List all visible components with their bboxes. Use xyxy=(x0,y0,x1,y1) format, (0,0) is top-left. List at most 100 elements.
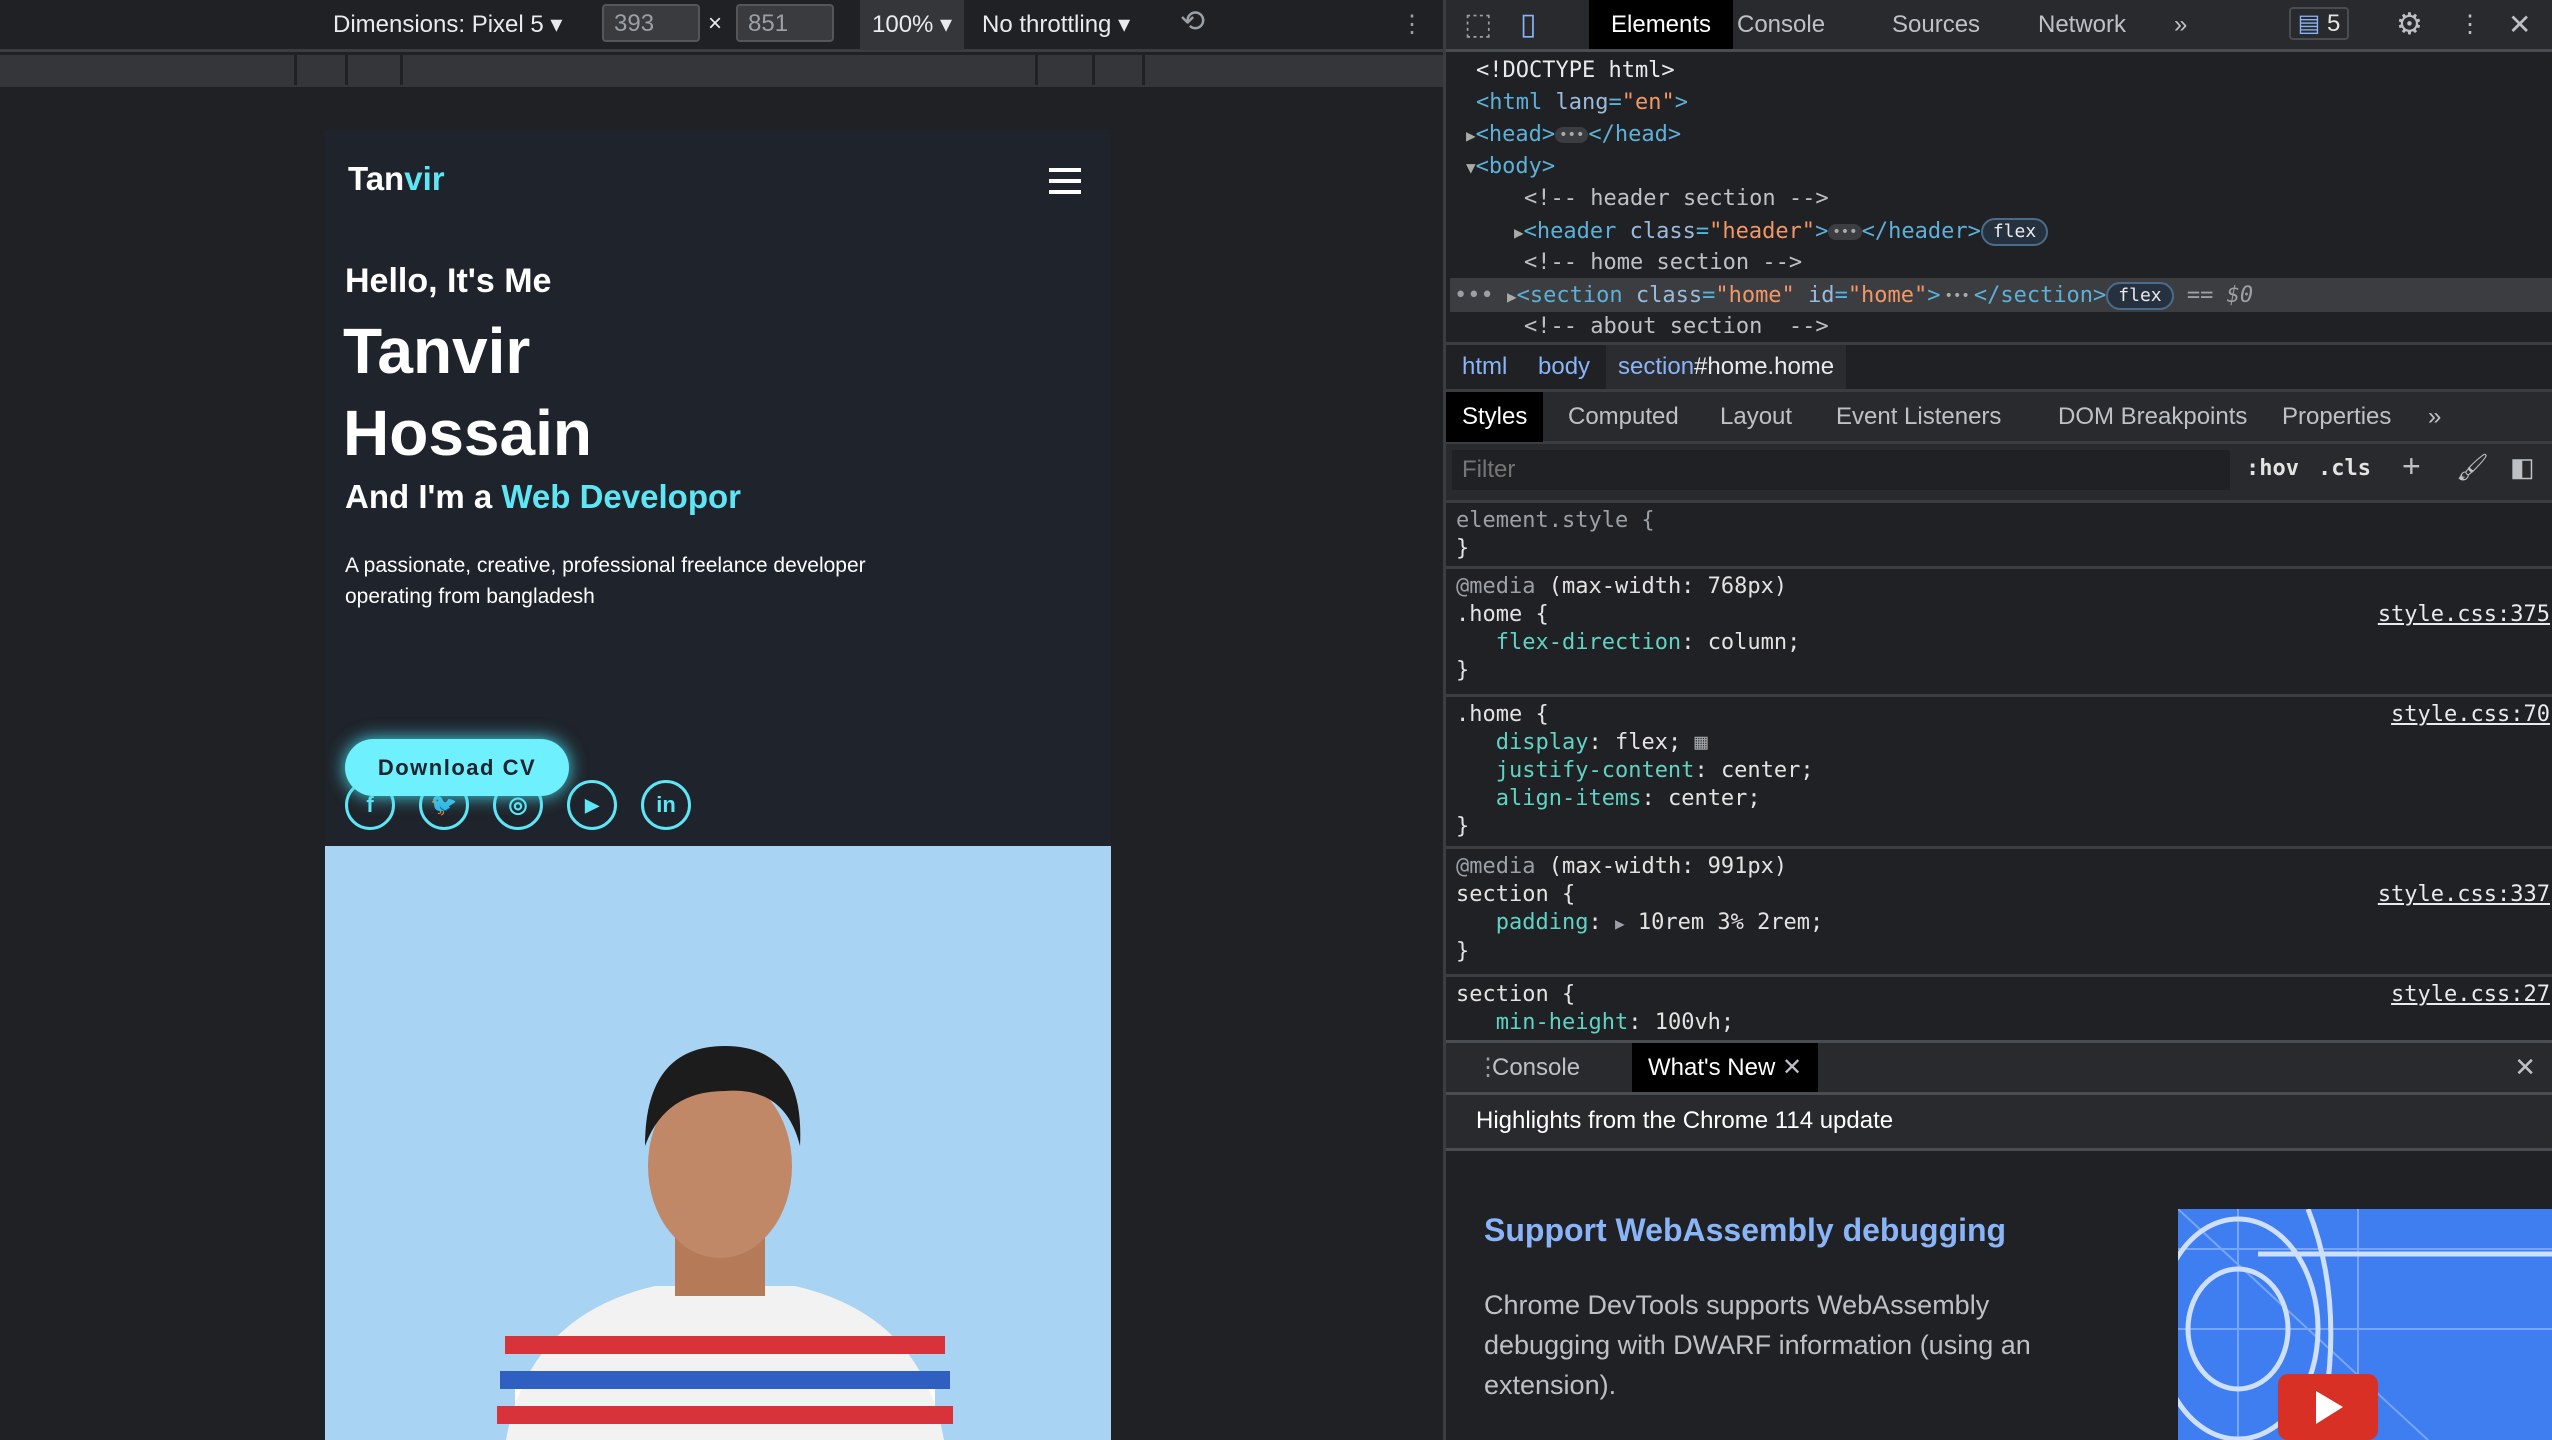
property-value[interactable]: 10rem 3% 2rem; xyxy=(1638,910,1823,935)
more-subtabs-icon[interactable]: » xyxy=(2412,392,2457,442)
property-name[interactable]: padding xyxy=(1496,910,1589,935)
ruler-segment[interactable] xyxy=(294,55,297,85)
feature-heading[interactable]: Support WebAssembly debugging xyxy=(1484,1212,2006,1249)
more-tabs-icon[interactable]: » xyxy=(2152,0,2209,49)
device-dimensions-dropdown[interactable]: Dimensions: Pixel 5 ▾ xyxy=(333,10,562,39)
dom-doctype[interactable]: <!DOCTYPE html> xyxy=(1476,58,1675,83)
filter-bar: :hov .cls + 🖌 ◧ xyxy=(1446,444,2552,500)
hov-toggle[interactable]: :hov xyxy=(2246,456,2299,481)
breadcrumb-body[interactable]: body xyxy=(1538,345,1590,389)
source-link[interactable]: style.css:337 xyxy=(2378,881,2550,909)
subtab-dom-breakpoints[interactable]: DOM Breakpoints xyxy=(2042,392,2263,442)
ruler-segment[interactable] xyxy=(345,55,348,85)
property-value[interactable]: center; xyxy=(1721,758,1814,783)
inspect-element-icon[interactable]: ⬚ xyxy=(1450,0,1506,49)
device-toolbar-icon[interactable]: ▯ xyxy=(1506,0,1551,49)
dom-html[interactable]: <html lang="en"> xyxy=(1476,90,1688,115)
property-value[interactable]: 100vh; xyxy=(1655,1010,1734,1035)
breadcrumb-section[interactable]: section#home.home xyxy=(1606,345,1847,389)
styles-filter-input[interactable] xyxy=(1452,450,2230,490)
rule-selector: .home { xyxy=(1456,602,1549,627)
source-link[interactable]: style.css:375 xyxy=(2378,601,2550,629)
close-tab-icon[interactable]: ✕ xyxy=(1782,1054,1802,1081)
ellipsis-icon[interactable]: ••• xyxy=(1555,127,1589,143)
settings-gear-icon[interactable]: ⚙ xyxy=(2374,0,2445,49)
ruler-segment[interactable] xyxy=(400,55,403,85)
property-name[interactable]: flex-direction xyxy=(1496,630,1681,655)
style-rule[interactable]: .home {style.css:70 display: flex; ▦ jus… xyxy=(1446,694,2552,845)
media-keyword: @media xyxy=(1456,854,1536,879)
role-prefix: And I'm a xyxy=(345,478,493,515)
tab-network[interactable]: Network xyxy=(2016,0,2148,49)
property-name[interactable]: align-items xyxy=(1496,786,1642,811)
subtab-computed[interactable]: Computed xyxy=(1552,392,1695,442)
zoom-dropdown[interactable]: 100% ▾ xyxy=(860,0,965,50)
dom-section-home[interactable]: ••• ▶<section class="home" id="home"> •••… xyxy=(1454,282,2253,310)
close-drawer-icon[interactable]: ✕ xyxy=(2498,1043,2552,1092)
subtab-event-listeners[interactable]: Event Listeners xyxy=(1820,392,2017,442)
subtab-properties[interactable]: Properties xyxy=(2266,392,2407,442)
tab-console[interactable]: Console xyxy=(1657,0,1847,49)
message-icon: ▤ xyxy=(2297,10,2321,37)
tag: <header xyxy=(1523,219,1617,244)
dom-head[interactable]: ▶<head> ••• </head> xyxy=(1466,122,1681,147)
description-line: debugging with DWARF information (using … xyxy=(1484,1330,2031,1360)
youtube-icon[interactable]: ▶ xyxy=(567,780,617,830)
toggle-sidebar-icon[interactable]: ◧ xyxy=(2510,452,2535,483)
hamburger-menu-icon[interactable] xyxy=(1049,168,1081,194)
expand-triangle-icon[interactable]: ▶ xyxy=(1615,914,1625,933)
feature-video-thumbnail[interactable] xyxy=(2178,1209,2552,1440)
subtab-styles[interactable]: Styles xyxy=(1446,392,1544,442)
flex-badge[interactable]: flex xyxy=(2106,282,2174,310)
close-devtools-icon[interactable]: ✕ xyxy=(2486,0,2552,49)
source-link[interactable]: style.css:27 xyxy=(2391,981,2550,1009)
ruler-segment[interactable] xyxy=(1035,55,1038,85)
drawer-tab-whats-new[interactable]: What's New ✕ xyxy=(1632,1043,1819,1092)
ellipsis-icon[interactable]: ••• xyxy=(1828,224,1862,240)
ruler-segment[interactable] xyxy=(1092,55,1095,85)
property-value[interactable]: column; xyxy=(1708,630,1801,655)
style-rule[interactable]: section {style.css:27 min-height: 100vh; xyxy=(1446,974,2552,1040)
flexbox-editor-icon[interactable]: ▦ xyxy=(1694,730,1707,755)
style-rule-element[interactable]: element.style { } xyxy=(1446,500,2552,567)
download-cv-button[interactable]: Download CV xyxy=(345,739,569,796)
dom-body[interactable]: ▼<body> xyxy=(1466,154,1555,179)
ellipsis-icon[interactable]: ••• xyxy=(1940,288,1974,304)
media-keyword: @media xyxy=(1456,574,1536,599)
dom-comment[interactable]: <!-- about section --> xyxy=(1524,314,1829,339)
site-logo[interactable]: Tanvir xyxy=(348,160,445,198)
height-input[interactable]: 851 xyxy=(736,4,834,42)
more-options-icon[interactable]: ⋮ xyxy=(1400,10,1424,39)
flex-badge[interactable]: flex xyxy=(1980,218,2049,246)
tab-sources[interactable]: Sources xyxy=(1870,0,2002,49)
device-toolbar: Dimensions: Pixel 5 ▾ 393 × 851 100% ▾ N… xyxy=(0,0,1443,52)
property-name[interactable]: display xyxy=(1496,730,1589,755)
dom-header[interactable]: ▶<header class="header"> ••• </header> flex xyxy=(1514,218,2049,246)
style-rule[interactable]: @media (max-width: 768px) .home { style.c… xyxy=(1446,566,2552,689)
rotate-icon[interactable]: ⟲ xyxy=(1180,4,1205,39)
cls-toggle[interactable]: .cls xyxy=(2318,456,2371,481)
linkedin-icon[interactable]: in xyxy=(641,780,691,830)
last-name: Hossain xyxy=(343,397,592,469)
intro-paragraph: A passionate, creative, professional fre… xyxy=(345,550,866,612)
paint-brush-icon[interactable]: 🖌 xyxy=(2456,452,2489,483)
profile-photo xyxy=(325,846,1111,1440)
source-link[interactable]: style.css:70 xyxy=(2391,701,2550,729)
property-value[interactable]: flex; xyxy=(1615,730,1681,755)
issues-badge[interactable]: ▤ 5 xyxy=(2289,7,2349,40)
media-query-bar[interactable] xyxy=(0,55,1443,87)
breadcrumb-html[interactable]: html xyxy=(1462,345,1507,389)
property-name[interactable]: justify-content xyxy=(1496,758,1695,783)
property-value[interactable]: center; xyxy=(1668,786,1761,811)
new-style-rule-icon[interactable]: + xyxy=(2402,448,2421,485)
property-name[interactable]: min-height xyxy=(1496,1010,1628,1035)
width-input[interactable]: 393 xyxy=(602,4,700,42)
dom-comment[interactable]: <!-- header section --> xyxy=(1524,186,1829,211)
dom-comment[interactable]: <!-- home section --> xyxy=(1524,250,1802,275)
ruler-segment[interactable] xyxy=(1142,55,1145,85)
subtab-layout[interactable]: Layout xyxy=(1704,392,1808,442)
style-rule[interactable]: @media (max-width: 991px) section {style… xyxy=(1446,846,2552,970)
throttling-dropdown[interactable]: No throttling ▾ xyxy=(982,10,1130,39)
drawer-tab-console[interactable]: Console xyxy=(1474,1043,1598,1092)
media-query: (max-width: 768px) xyxy=(1548,574,1788,599)
